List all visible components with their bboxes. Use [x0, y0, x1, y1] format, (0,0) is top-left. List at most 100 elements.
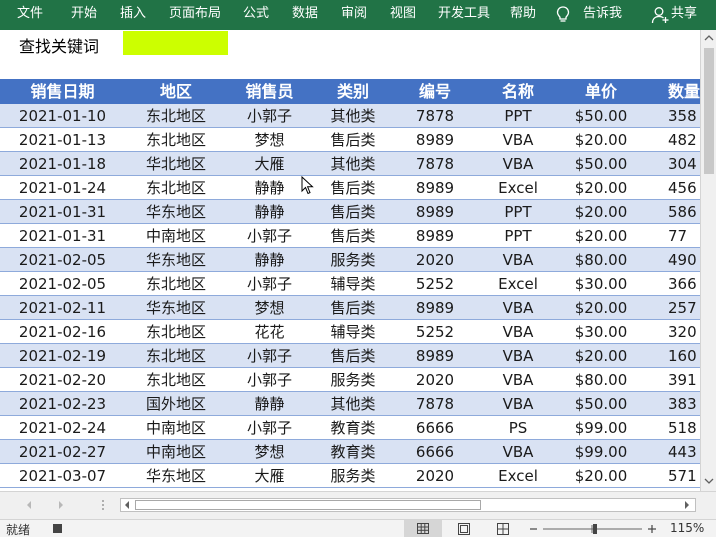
- cell-quantity[interactable]: 383: [668, 392, 700, 416]
- cell-date[interactable]: 2021-02-11: [5, 296, 120, 320]
- cell-category[interactable]: 其他类: [313, 392, 393, 416]
- zoom-slider[interactable]: [528, 521, 660, 537]
- cell-unit-price[interactable]: $30.00: [562, 272, 640, 296]
- person-icon[interactable]: [651, 6, 669, 24]
- cell-category[interactable]: 服务类: [313, 464, 393, 488]
- lightbulb-icon[interactable]: [556, 6, 570, 24]
- table-row[interactable]: 2021-02-19 东北地区 小郭子 售后类 8989 VBA $20.00 …: [0, 344, 700, 368]
- cell-quantity[interactable]: 391: [668, 368, 700, 392]
- cell-category[interactable]: 售后类: [313, 176, 393, 200]
- cell-date[interactable]: 2021-02-05: [5, 272, 120, 296]
- cell-name[interactable]: PPT: [478, 224, 558, 248]
- cell-date[interactable]: 2021-01-24: [5, 176, 120, 200]
- cell-category[interactable]: 售后类: [313, 344, 393, 368]
- header-region[interactable]: 地区: [130, 79, 222, 104]
- table-row[interactable]: 2021-02-20 东北地区 小郭子 服务类 2020 VBA $80.00 …: [0, 368, 700, 392]
- cell-number[interactable]: 2020: [400, 464, 470, 488]
- table-row[interactable]: 2021-02-11 华东地区 梦想 售后类 8989 VBA $20.00 2…: [0, 296, 700, 320]
- table-row[interactable]: 2021-02-05 华东地区 静静 服务类 2020 VBA $80.00 4…: [0, 248, 700, 272]
- header-salesperson[interactable]: 销售员: [232, 79, 307, 104]
- table-row[interactable]: 2021-01-24 东北地区 静静 售后类 8989 Excel $20.00…: [0, 176, 700, 200]
- cell-name[interactable]: VBA: [478, 320, 558, 344]
- cell-region[interactable]: 东北地区: [130, 104, 222, 128]
- cell-quantity[interactable]: 518: [668, 416, 700, 440]
- tab-developer[interactable]: 开发工具: [438, 0, 490, 30]
- cell-name[interactable]: Excel: [478, 464, 558, 488]
- cell-region[interactable]: 东北地区: [130, 128, 222, 152]
- scroll-left-arrow-icon[interactable]: [122, 500, 132, 510]
- cell-date[interactable]: 2021-02-20: [5, 368, 120, 392]
- cell-region[interactable]: 东北地区: [130, 368, 222, 392]
- cell-number[interactable]: 5252: [400, 272, 470, 296]
- cell-unit-price[interactable]: $50.00: [562, 152, 640, 176]
- cell-date[interactable]: 2021-01-10: [5, 104, 120, 128]
- cell-quantity[interactable]: 586: [668, 200, 700, 224]
- cell-region[interactable]: 国外地区: [130, 392, 222, 416]
- cell-name[interactable]: VBA: [478, 344, 558, 368]
- cell-quantity[interactable]: 358: [668, 104, 700, 128]
- cell-quantity[interactable]: 320: [668, 320, 700, 344]
- cell-quantity[interactable]: 366: [668, 272, 700, 296]
- cell-salesperson[interactable]: 小郭子: [232, 368, 307, 392]
- cell-region[interactable]: 中南地区: [130, 416, 222, 440]
- cell-date[interactable]: 2021-03-07: [5, 464, 120, 488]
- macro-record-icon[interactable]: [53, 524, 62, 533]
- cell-date[interactable]: 2021-01-31: [5, 200, 120, 224]
- cell-unit-price[interactable]: $99.00: [562, 440, 640, 464]
- horizontal-scrollbar[interactable]: [120, 498, 696, 512]
- cell-unit-price[interactable]: $20.00: [562, 296, 640, 320]
- table-row[interactable]: 2021-02-23 国外地区 静静 其他类 7878 VBA $50.00 3…: [0, 392, 700, 416]
- tell-me-search[interactable]: 告诉我: [583, 0, 622, 30]
- header-unit-price[interactable]: 单价: [562, 79, 640, 104]
- cell-salesperson[interactable]: 小郭子: [232, 272, 307, 296]
- cell-unit-price[interactable]: $20.00: [562, 176, 640, 200]
- cell-category[interactable]: 服务类: [313, 368, 393, 392]
- cell-number[interactable]: 7878: [400, 104, 470, 128]
- cell-number[interactable]: 8989: [400, 128, 470, 152]
- cell-name[interactable]: VBA: [478, 440, 558, 464]
- cell-name[interactable]: PPT: [478, 200, 558, 224]
- tab-home[interactable]: 开始: [71, 0, 97, 30]
- cell-region[interactable]: 东北地区: [130, 176, 222, 200]
- cell-salesperson[interactable]: 静静: [232, 200, 307, 224]
- cell-salesperson[interactable]: 大雁: [232, 464, 307, 488]
- cell-region[interactable]: 东北地区: [130, 320, 222, 344]
- tab-formulas[interactable]: 公式: [243, 0, 269, 30]
- cell-name[interactable]: PPT: [478, 104, 558, 128]
- cell-unit-price[interactable]: $50.00: [562, 392, 640, 416]
- header-quantity[interactable]: 数量: [668, 79, 700, 104]
- cell-date[interactable]: 2021-02-19: [5, 344, 120, 368]
- horizontal-scroll-thumb[interactable]: [135, 500, 481, 510]
- cell-salesperson[interactable]: 静静: [232, 392, 307, 416]
- cell-name[interactable]: PS: [478, 416, 558, 440]
- cell-number[interactable]: 7878: [400, 152, 470, 176]
- cell-category[interactable]: 教育类: [313, 416, 393, 440]
- cell-date[interactable]: 2021-01-18: [5, 152, 120, 176]
- cell-number[interactable]: 8989: [400, 200, 470, 224]
- cell-salesperson[interactable]: 梦想: [232, 128, 307, 152]
- cell-number[interactable]: 6666: [400, 416, 470, 440]
- cell-number[interactable]: 8989: [400, 296, 470, 320]
- table-row[interactable]: 2021-01-18 华北地区 大雁 其他类 7878 VBA $50.00 3…: [0, 152, 700, 176]
- cell-category[interactable]: 服务类: [313, 248, 393, 272]
- cell-name[interactable]: VBA: [478, 296, 558, 320]
- cell-region[interactable]: 华东地区: [130, 248, 222, 272]
- scroll-down-arrow-icon[interactable]: [701, 473, 716, 489]
- cell-quantity[interactable]: 443: [668, 440, 700, 464]
- header-category[interactable]: 类别: [313, 79, 393, 104]
- cell-unit-price[interactable]: $20.00: [562, 128, 640, 152]
- cell-region[interactable]: 中南地区: [130, 440, 222, 464]
- cell-unit-price[interactable]: $80.00: [562, 368, 640, 392]
- tab-page-layout[interactable]: 页面布局: [169, 0, 221, 30]
- table-row[interactable]: 2021-01-31 中南地区 小郭子 售后类 8989 PPT $20.00 …: [0, 224, 700, 248]
- cell-quantity[interactable]: 257: [668, 296, 700, 320]
- cell-number[interactable]: 7878: [400, 392, 470, 416]
- cell-region[interactable]: 东北地区: [130, 272, 222, 296]
- cell-unit-price[interactable]: $99.00: [562, 416, 640, 440]
- tab-data[interactable]: 数据: [292, 0, 318, 30]
- table-row[interactable]: 2021-01-31 华东地区 静静 售后类 8989 PPT $20.00 5…: [0, 200, 700, 224]
- sheet-nav-prev-icon[interactable]: [24, 500, 34, 510]
- cell-salesperson[interactable]: 小郭子: [232, 224, 307, 248]
- cell-salesperson[interactable]: 花花: [232, 320, 307, 344]
- page-break-preview-icon[interactable]: [497, 523, 509, 535]
